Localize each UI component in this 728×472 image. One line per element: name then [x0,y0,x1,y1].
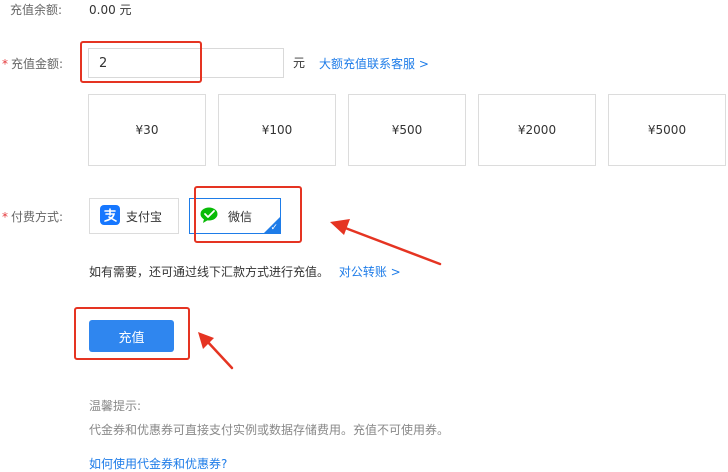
annotation-arrow-wechat [330,219,442,266]
annotation-arrows [198,219,442,370]
annotation-arrow-submit [198,332,234,370]
